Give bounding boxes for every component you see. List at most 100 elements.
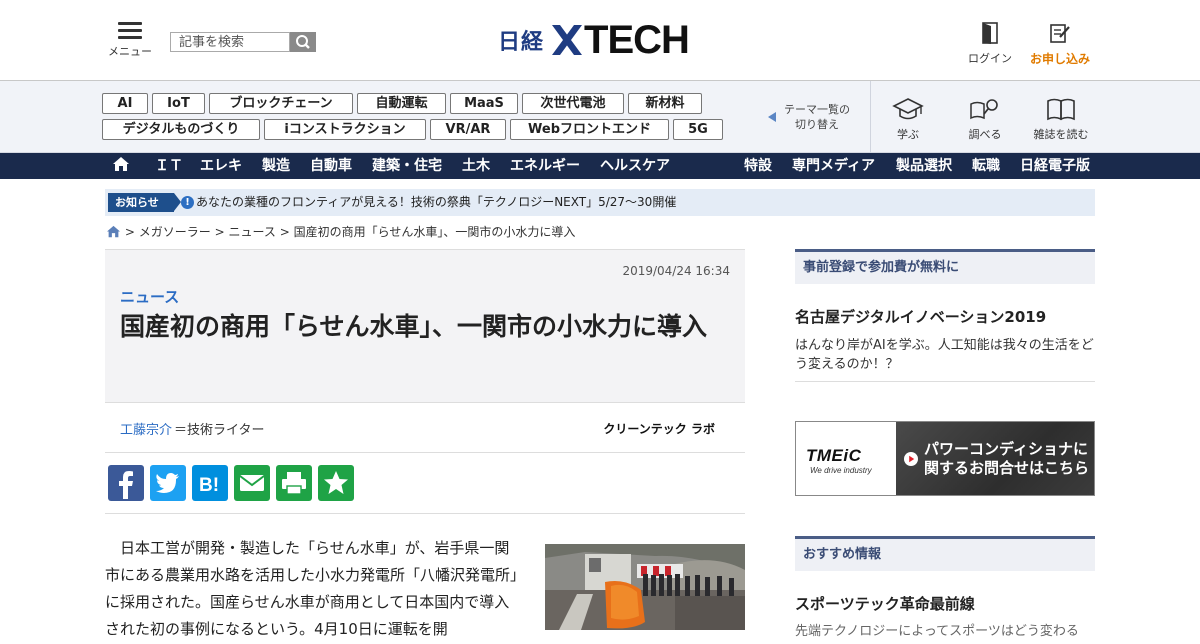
category-nav: ＩＴ エレキ 製造 自動車 建築・住宅 土木 エネルギー ヘルスケア 特設 専門…: [0, 153, 1200, 179]
breadcrumb: > メガソーラー > ニュース > 国産初の商用「らせん水車」、一関市の小水力に…: [106, 224, 575, 242]
home-icon: [113, 157, 129, 171]
theme-switch-button[interactable]: テーマ一覧の 切り替え: [768, 102, 850, 132]
ad-tagline: We drive industry: [810, 466, 872, 475]
logo-tech: TECH: [584, 18, 690, 62]
print-button[interactable]: [276, 465, 312, 501]
band-divider: [870, 81, 871, 153]
sidebar-section-header: おすすめ情報: [795, 536, 1095, 571]
nav-it[interactable]: ＩＴ: [155, 153, 183, 179]
tag-maas[interactable]: MaaS: [450, 93, 518, 114]
magnifier-book-icon: [970, 99, 998, 120]
theme-switch-line1: テーマ一覧の: [784, 103, 850, 116]
article-title: 国産初の商用「らせん水車」、一関市の小水力に導入: [120, 312, 708, 341]
nav-product-selection[interactable]: 製品選択: [896, 153, 952, 179]
author-link[interactable]: 工藤宗介: [120, 419, 172, 438]
ad-logo-area: TMEiC We drive industry: [796, 422, 896, 495]
tag-web-frontend[interactable]: Webフロントエンド: [510, 119, 669, 140]
logo-nikkei: 日経: [498, 30, 545, 55]
site-logo[interactable]: 日経 TECH: [498, 18, 690, 62]
login-label: ログイン: [968, 52, 1012, 65]
facebook-share-button[interactable]: [108, 465, 144, 501]
tag-ai[interactable]: AI: [102, 93, 148, 114]
sidebar-item[interactable]: 名古屋デジタルイノベーション2019 はんなり岸がAIを学ぶ。人工知能は我々の生…: [795, 297, 1095, 382]
ceremony-photo-image: [545, 544, 745, 630]
nav-special[interactable]: 特設: [744, 153, 772, 179]
article-photo[interactable]: [545, 544, 745, 630]
divider: [105, 513, 745, 514]
search-input[interactable]: [170, 32, 290, 52]
ad-logo: TMEiC: [806, 446, 862, 465]
login-button[interactable]: ログイン: [955, 22, 1025, 66]
ad-message-area: パワーコンディショナに 関するお問合せはこちら: [896, 422, 1094, 495]
sidebar-item[interactable]: スポーツテック革命最前線 先端テクノロジーによってスポーツはどう変わる: [795, 584, 1095, 644]
nav-architecture[interactable]: 建築・住宅: [372, 153, 442, 179]
bookmark-star-button[interactable]: [318, 465, 354, 501]
article-byline: 工藤宗介 ＝技術ライター クリーンテック ラボ: [105, 403, 745, 453]
nav-home[interactable]: [112, 153, 130, 179]
learn-button[interactable]: 学ぶ: [873, 96, 943, 142]
sidebar-item-desc: 先端テクノロジーによってスポーツはどう変わる: [795, 624, 1079, 639]
breadcrumb-home[interactable]: [106, 225, 121, 242]
star-icon: [324, 471, 348, 494]
home-icon: [107, 225, 120, 238]
nav-energy[interactable]: エネルギー: [510, 153, 580, 179]
graduation-cap-icon: [892, 98, 924, 120]
twitter-bird-icon: [156, 473, 179, 493]
notice-link[interactable]: あなたの業種のフロンティアが見える！技術の祭典「テクノロジーNEXT」5/27～…: [196, 189, 676, 216]
article-date: 2019/04/24 16:34: [622, 264, 730, 278]
breadcrumb-news[interactable]: ニュース: [228, 225, 275, 239]
read-magazine-button[interactable]: 雑誌を読む: [1026, 96, 1096, 142]
hamburger-icon: [118, 22, 142, 39]
breadcrumb-sep: >: [279, 225, 290, 239]
nav-electronics[interactable]: エレキ: [200, 153, 242, 179]
ad-message: パワーコンディショナに 関するお問合せはこちら: [924, 440, 1089, 478]
nav-manufacturing[interactable]: 製造: [262, 153, 290, 179]
tag-autonomous-driving[interactable]: 自動運転: [357, 93, 446, 114]
door-icon: [982, 22, 998, 44]
nav-specialized-media[interactable]: 専門メディア: [792, 153, 875, 179]
article-category[interactable]: ニュース: [120, 286, 179, 307]
notice-bar: お知らせ ! あなたの業種のフロンティアが見える！技術の祭典「テクノロジーNEX…: [105, 189, 1095, 216]
tag-new-materials[interactable]: 新材料: [628, 93, 702, 114]
research-label: 調べる: [968, 128, 1002, 141]
sidebar-section-header: 事前登録で参加費が無料に: [795, 249, 1095, 284]
ad-message-line2: 関するお問合せはこちら: [924, 459, 1090, 477]
notice-badge: お知らせ: [108, 193, 181, 212]
nav-nikkei-digital[interactable]: 日経電子版: [1020, 153, 1090, 179]
research-button[interactable]: 調べる: [950, 96, 1020, 142]
breadcrumb-sep: >: [214, 225, 225, 239]
menu-label: メニュー: [108, 45, 152, 58]
nav-automotive[interactable]: 自動車: [310, 153, 352, 179]
sidebar-item-title: スポーツテック革命最前線: [795, 595, 975, 613]
tag-digital-monozukuri[interactable]: デジタルものづくり: [102, 119, 260, 140]
nav-jobs[interactable]: 転職: [972, 153, 1000, 179]
hatena-bookmark-button[interactable]: B!: [192, 465, 228, 501]
tag-blockchain[interactable]: ブロックチェーン: [209, 93, 353, 114]
menu-button[interactable]: メニュー: [108, 22, 152, 59]
play-icon: [904, 452, 918, 466]
search-button[interactable]: [290, 32, 316, 52]
tag-vr-ar[interactable]: VR/AR: [430, 119, 506, 140]
lab-link[interactable]: クリーンテック ラボ: [603, 420, 715, 437]
tag-next-gen-battery[interactable]: 次世代電池: [522, 93, 624, 114]
mail-share-button[interactable]: [234, 465, 270, 501]
search-icon: [296, 35, 310, 49]
nav-healthcare[interactable]: ヘルスケア: [600, 153, 670, 179]
form-pencil-icon: [1050, 24, 1070, 43]
hatena-bookmark-icon: B!: [199, 475, 219, 496]
breadcrumb-sep: >: [124, 225, 135, 239]
tag-5g[interactable]: 5G: [673, 119, 723, 140]
sidebar-item-title: 名古屋デジタルイノベーション2019: [795, 308, 1047, 326]
tag-iot[interactable]: IoT: [152, 93, 205, 114]
ad-banner[interactable]: TMEiC We drive industry パワーコンディショナに 関するお…: [795, 421, 1095, 496]
breadcrumb-current: 国産初の商用「らせん水車」、一関市の小水力に導入: [293, 225, 576, 239]
theme-band: AI IoT ブロックチェーン 自動運転 MaaS 次世代電池 新材料 デジタル…: [0, 81, 1200, 153]
tag-i-construction[interactable]: iコンストラクション: [264, 119, 426, 140]
sidebar-item-desc: はんなり岸がAIを学ぶ。人工知能は我々の生活をどう変えるのか！？: [795, 338, 1094, 372]
twitter-share-button[interactable]: [150, 465, 186, 501]
breadcrumb-mega-solar[interactable]: メガソーラー: [139, 225, 211, 239]
learn-label: 学ぶ: [897, 128, 919, 141]
subscribe-button[interactable]: お申し込み: [1025, 22, 1095, 67]
nav-civil-engineering[interactable]: 土木: [462, 153, 490, 179]
logo-x-mark: [552, 25, 583, 55]
